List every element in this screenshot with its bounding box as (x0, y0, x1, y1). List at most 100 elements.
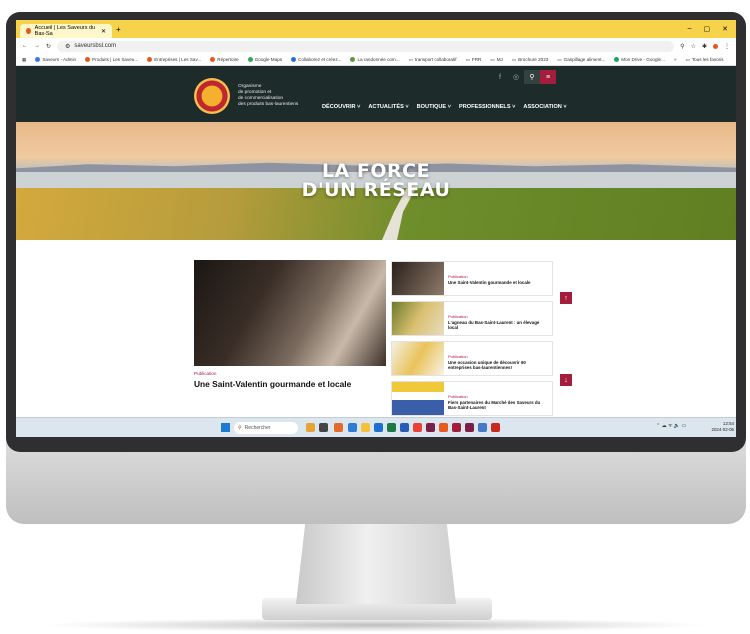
bookmark-label: Google Maps (254, 57, 283, 62)
taskbar-app-icon[interactable] (348, 423, 357, 432)
close-window-button[interactable]: ✕ (722, 25, 728, 33)
facebook-icon[interactable]: f (492, 70, 508, 84)
news-card-title: Une Saint-Valentin gourmande et locale (448, 280, 531, 285)
site-logo[interactable] (194, 78, 230, 114)
bookmark-folder[interactable]: ▭ transport collaboratif (409, 57, 457, 63)
bookmark-item[interactable]: Saveurs - Admin (35, 57, 76, 62)
taskbar-app-icon[interactable] (465, 423, 474, 432)
instagram-icon[interactable]: ◎ (508, 70, 524, 84)
monitor-stand (296, 520, 456, 604)
address-bar[interactable]: ⚙ saveursbsl.com (57, 40, 675, 52)
browser-tab[interactable]: Accueil | Les Saveurs du Bas-Sa ✕ (20, 24, 112, 38)
bookmark-item[interactable]: Collaborez et créez... (291, 57, 341, 62)
minimize-button[interactable]: – (688, 25, 692, 33)
arrow-down-icon: ↓ (564, 376, 568, 384)
bookmark-item[interactable]: Entreprises | Les Sav... (147, 57, 201, 62)
nav-actualites[interactable]: ACTUALITÉS ˅ (368, 104, 408, 110)
system-tray[interactable]: ⌃ ☁ ᯤ 🔈 ▭ (656, 423, 686, 429)
bookmark-folder[interactable]: ▭ FRR (466, 57, 482, 63)
address-toolbar: ← → ↻ ⚙ saveursbsl.com ⚲ ☆ ✱ ⋮ (16, 38, 736, 54)
new-tab-button[interactable]: + (116, 25, 121, 34)
more-bookmarks-button[interactable]: » (674, 57, 677, 62)
forward-icon[interactable]: → (34, 43, 40, 49)
apps-grid-icon[interactable]: ▦ (22, 57, 26, 63)
chrome-icon[interactable] (413, 423, 422, 432)
back-icon[interactable]: ← (22, 43, 28, 49)
bookmark-icon (350, 57, 356, 62)
tagline-line: des produits bas-laurentiens (238, 102, 299, 107)
clock-date: 2024-02-05 (711, 426, 734, 432)
main-nav: DÉCOUVRIR ˅ ACTUALITÉS ˅ BOUTIQUE ˅ PROF… (322, 104, 567, 110)
reload-icon[interactable]: ↻ (46, 43, 51, 50)
bookmark-icon (147, 57, 153, 62)
nav-decouvrir[interactable]: DÉCOUVRIR ˅ (322, 104, 360, 110)
excel-icon[interactable] (387, 423, 396, 432)
site-info-icon[interactable]: ⚙ (65, 43, 70, 50)
bookmark-item[interactable]: La randonnée com... (350, 57, 400, 62)
word-icon[interactable] (400, 423, 409, 432)
all-bookmarks-folder[interactable]: ▭ Tous les favoris (686, 57, 724, 63)
bookmark-label: transport collaboratif (414, 57, 457, 62)
bookmark-folder[interactable]: ▭ Brochure 2023 (512, 57, 548, 63)
news-card[interactable]: Publication Une Saint-Valentin gourmande… (392, 262, 552, 295)
featured-title[interactable]: Une Saint-Valentin gourmande et locale (194, 379, 394, 389)
windows-start-icon[interactable] (221, 423, 230, 432)
news-card[interactable]: Publication Une occasion unique de décou… (392, 342, 552, 375)
close-tab-icon[interactable]: ✕ (101, 28, 106, 35)
news-card-image (392, 342, 444, 375)
taskbar-app-icon[interactable] (426, 423, 435, 432)
nav-boutique[interactable]: BOUTIQUE ˅ (417, 104, 451, 110)
taskbar-app-icon[interactable] (334, 423, 343, 432)
bookmark-label: Collaborez et créez... (298, 57, 342, 62)
featured-article-image[interactable] (194, 260, 486, 366)
zoom-icon[interactable]: ⚲ (680, 43, 684, 50)
taskbar-app-icon[interactable] (439, 423, 448, 432)
nav-professionnels[interactable]: PROFESSIONNELS ˅ (459, 104, 515, 110)
bookmarks-bar: ▦ Saveurs - Admin Produits | Les Saveu..… (16, 54, 736, 66)
bookmark-folder[interactable]: ▭ Gaspillage aliment... (557, 57, 605, 63)
browser-tab-bar: Accueil | Les Saveurs du Bas-Sa ✕ + – ▢ … (16, 20, 736, 38)
featured-category[interactable]: Publication (194, 371, 216, 376)
monitor-mockup: Accueil | Les Saveurs du Bas-Sa ✕ + – ▢ … (0, 0, 750, 634)
hero-banner: LA FORCE D'UN RÉSEAU (16, 122, 736, 240)
outlook-icon[interactable] (374, 423, 383, 432)
scroll-down-button[interactable]: ↓ (560, 374, 572, 386)
bookmark-item[interactable]: Répertoire (210, 57, 239, 62)
hero-title-line: D'UN RÉSEAU (301, 179, 451, 201)
nav-association[interactable]: ASSOCIATION ˅ (523, 104, 566, 110)
news-card-title: L'agneau du Bas-Saint-Laurent : un éleva… (448, 320, 540, 331)
bookmark-folder[interactable]: ▭ MJ (490, 57, 502, 63)
extensions-icon[interactable]: ✱ (702, 43, 707, 50)
taskbar-app-icon[interactable] (306, 423, 315, 432)
bookmark-label: Gaspillage aliment... (563, 57, 606, 62)
desk-shadow (40, 618, 710, 632)
search-icon[interactable]: ⚲ (524, 70, 540, 84)
browser-menu-icon[interactable]: ⋮ (724, 43, 730, 50)
file-explorer-icon[interactable] (361, 423, 370, 432)
folder-icon: ▭ (511, 56, 517, 62)
taskbar-search[interactable]: ⚲ Rechercher (234, 422, 298, 434)
map-pin-icon (247, 57, 253, 62)
scroll-up-button[interactable]: ↑ (560, 292, 572, 304)
taskbar-app-icon[interactable] (478, 423, 487, 432)
bookmark-item[interactable]: Mon Drive - Google... (614, 57, 665, 62)
taskbar-clock[interactable]: 12:54 2024-02-05 (708, 421, 734, 432)
taskbar-search-placeholder: Rechercher (244, 425, 271, 431)
acrobat-icon[interactable] (491, 423, 500, 432)
bookmark-item[interactable]: Produits | Les Saveu... (85, 57, 138, 62)
news-card-category: Publication (448, 394, 468, 399)
hero-title: LA FORCE D'UN RÉSEAU (16, 162, 736, 200)
taskbar-app-icon[interactable] (452, 423, 461, 432)
maximize-button[interactable]: ▢ (704, 25, 711, 33)
news-card[interactable]: Publication L'agneau du Bas-Saint-Lauren… (392, 302, 552, 335)
site-tagline: Organisme de promotion et de commerciali… (238, 84, 298, 108)
news-card[interactable]: Publication Fiers partenaires du Marché … (392, 382, 552, 415)
hamburger-menu-icon[interactable]: ≡ (540, 70, 556, 84)
task-view-icon[interactable] (319, 423, 328, 432)
bookmark-item[interactable]: Google Maps (247, 57, 283, 62)
header-utility-icons: f ◎ ⚲ ≡ (492, 70, 556, 84)
news-section: Publication Une Saint-Valentin gourmande… (16, 240, 736, 415)
profile-avatar[interactable] (713, 43, 718, 49)
drive-icon (614, 57, 620, 62)
bookmark-star-icon[interactable]: ☆ (691, 43, 696, 50)
